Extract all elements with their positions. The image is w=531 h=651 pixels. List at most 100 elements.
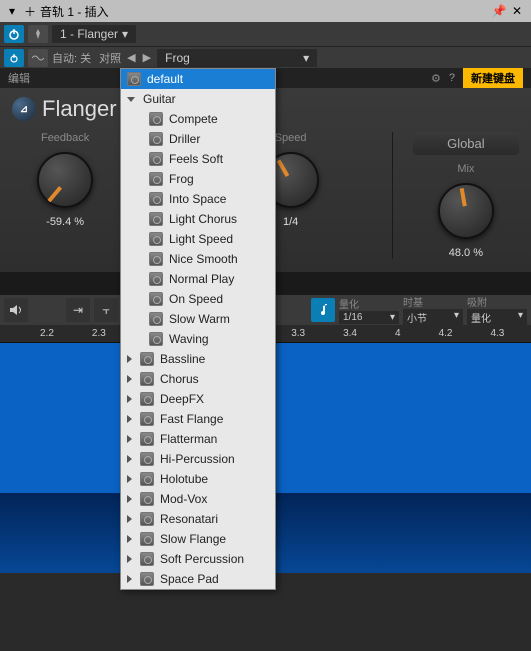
preset-label: Into Space <box>169 192 226 206</box>
preset-item[interactable]: Into Space <box>121 189 275 209</box>
quantize-label: 量化 <box>339 296 399 311</box>
folder-closed-icon <box>127 435 132 443</box>
dropdown-icon[interactable]: ▾ <box>4 3 20 19</box>
new-keyboard-button[interactable]: 新建键盘 <box>463 68 523 88</box>
ruler-tick: 3.4 <box>343 328 357 339</box>
preset-item[interactable]: Light Chorus <box>121 209 275 229</box>
wave-icon <box>32 54 44 62</box>
preset-icon <box>149 132 163 146</box>
cursor-icon: ⇥ <box>73 303 83 317</box>
snap-group: 吸附 量化▾ <box>467 294 527 326</box>
tool-button-2[interactable]: ⫟ <box>94 298 118 322</box>
feedback-knob[interactable] <box>37 152 93 208</box>
quantize-value[interactable]: 1/16▾ <box>339 311 399 324</box>
folder-closed-icon <box>127 355 132 363</box>
preset-item[interactable]: Resonatari <box>121 509 275 529</box>
preset-item[interactable]: Normal Play <box>121 269 275 289</box>
preset-bar: 自动: 关 对照 ◀ ▶ Frog ▾ <box>0 46 531 68</box>
preset-item[interactable]: Light Speed <box>121 229 275 249</box>
preset-label: Flatterman <box>160 432 217 446</box>
window-title: 音轨 1 - 插入 <box>40 3 109 20</box>
preset-icon <box>140 392 154 406</box>
bypass-button[interactable] <box>4 49 24 67</box>
preset-item[interactable]: Flatterman <box>121 429 275 449</box>
help-icon[interactable]: ? <box>449 72 455 84</box>
preset-icon <box>140 512 154 526</box>
preset-folder-guitar[interactable]: Guitar <box>121 89 275 109</box>
add-icon[interactable]: ＋ <box>22 3 38 19</box>
divider <box>392 132 393 259</box>
preset-icon <box>140 492 154 506</box>
preset-item[interactable]: Space Pad <box>121 569 275 589</box>
preset-item[interactable]: Waving <box>121 329 275 349</box>
preset-icon <box>140 532 154 546</box>
preset-item[interactable]: Slow Warm <box>121 309 275 329</box>
tool-button-1[interactable]: ⇥ <box>66 298 90 322</box>
folder-closed-icon <box>127 535 132 543</box>
speaker-button[interactable] <box>4 298 28 322</box>
automation-button[interactable] <box>28 49 48 67</box>
preset-item[interactable]: Feels Soft <box>121 149 275 169</box>
pin-button[interactable] <box>28 25 48 43</box>
note-button[interactable] <box>311 298 335 322</box>
preset-icon <box>140 352 154 366</box>
next-preset-button[interactable]: ▶ <box>141 52 153 64</box>
folder-closed-icon <box>127 495 132 503</box>
preset-item-default[interactable]: default <box>121 69 275 89</box>
preset-item[interactable]: Nice Smooth <box>121 249 275 269</box>
preset-icon <box>140 412 154 426</box>
plugin-label: 1 - Flanger <box>60 27 118 41</box>
snap-value[interactable]: 量化▾ <box>467 309 527 326</box>
preset-item[interactable]: DeepFX <box>121 389 275 409</box>
preset-label: Holotube <box>160 472 208 486</box>
folder-closed-icon <box>127 555 132 563</box>
preset-item[interactable]: Soft Percussion <box>121 549 275 569</box>
preset-dropdown: default Guitar CompeteDrillerFeels SoftF… <box>120 68 276 590</box>
preset-label: Space Pad <box>160 572 219 586</box>
preset-icon <box>149 232 163 246</box>
ruler-tick: 4.2 <box>439 328 453 339</box>
compare-button[interactable]: 对照 <box>99 50 121 66</box>
preset-item[interactable]: Slow Flange <box>121 529 275 549</box>
preset-item[interactable]: Driller <box>121 129 275 149</box>
preset-selector[interactable]: Frog ▾ <box>157 49 317 67</box>
preset-label: default <box>147 72 183 86</box>
folder-closed-icon <box>127 455 132 463</box>
preset-item[interactable]: Fast Flange <box>121 409 275 429</box>
pin-icon[interactable]: 📌 <box>491 3 507 19</box>
power-button[interactable] <box>4 25 24 43</box>
preset-item[interactable]: Compete <box>121 109 275 129</box>
preset-name: Frog <box>165 51 190 65</box>
close-icon[interactable]: ✕ <box>509 3 525 19</box>
preset-item[interactable]: Hi-Percussion <box>121 449 275 469</box>
preset-item[interactable]: On Speed <box>121 289 275 309</box>
preset-label: Waving <box>169 332 209 346</box>
feedback-section: Feedback -59.4 % <box>12 132 118 259</box>
preset-item[interactable]: Bassline <box>121 349 275 369</box>
folder-closed-icon <box>127 375 132 383</box>
chevron-down-icon: ▾ <box>303 51 309 65</box>
preset-item[interactable]: Chorus <box>121 369 275 389</box>
mix-label: Mix <box>413 163 519 175</box>
edit-menu[interactable]: 编辑 <box>8 70 30 86</box>
gear-icon[interactable]: ⚙ <box>431 72 441 85</box>
preset-icon <box>140 372 154 386</box>
mix-value: 48.0 % <box>413 247 519 259</box>
timebase-group: 时基 小节▾ <box>403 294 463 326</box>
plugin-selector[interactable]: 1 - Flanger ▾ <box>52 25 136 43</box>
preset-icon <box>140 472 154 486</box>
preset-item[interactable]: Frog <box>121 169 275 189</box>
prev-preset-button[interactable]: ◀ <box>125 52 137 64</box>
preset-icon <box>149 332 163 346</box>
preset-icon <box>149 152 163 166</box>
preset-icon <box>149 272 163 286</box>
preset-label: Resonatari <box>160 512 218 526</box>
preset-icon <box>140 572 154 586</box>
preset-item[interactable]: Mod-Vox <box>121 489 275 509</box>
feedback-value: -59.4 % <box>12 216 118 228</box>
preset-label: Slow Flange <box>160 532 226 546</box>
preset-item[interactable]: Holotube <box>121 469 275 489</box>
preset-label: Bassline <box>160 352 205 366</box>
mix-knob[interactable] <box>438 183 494 239</box>
timebase-value[interactable]: 小节▾ <box>403 309 463 326</box>
